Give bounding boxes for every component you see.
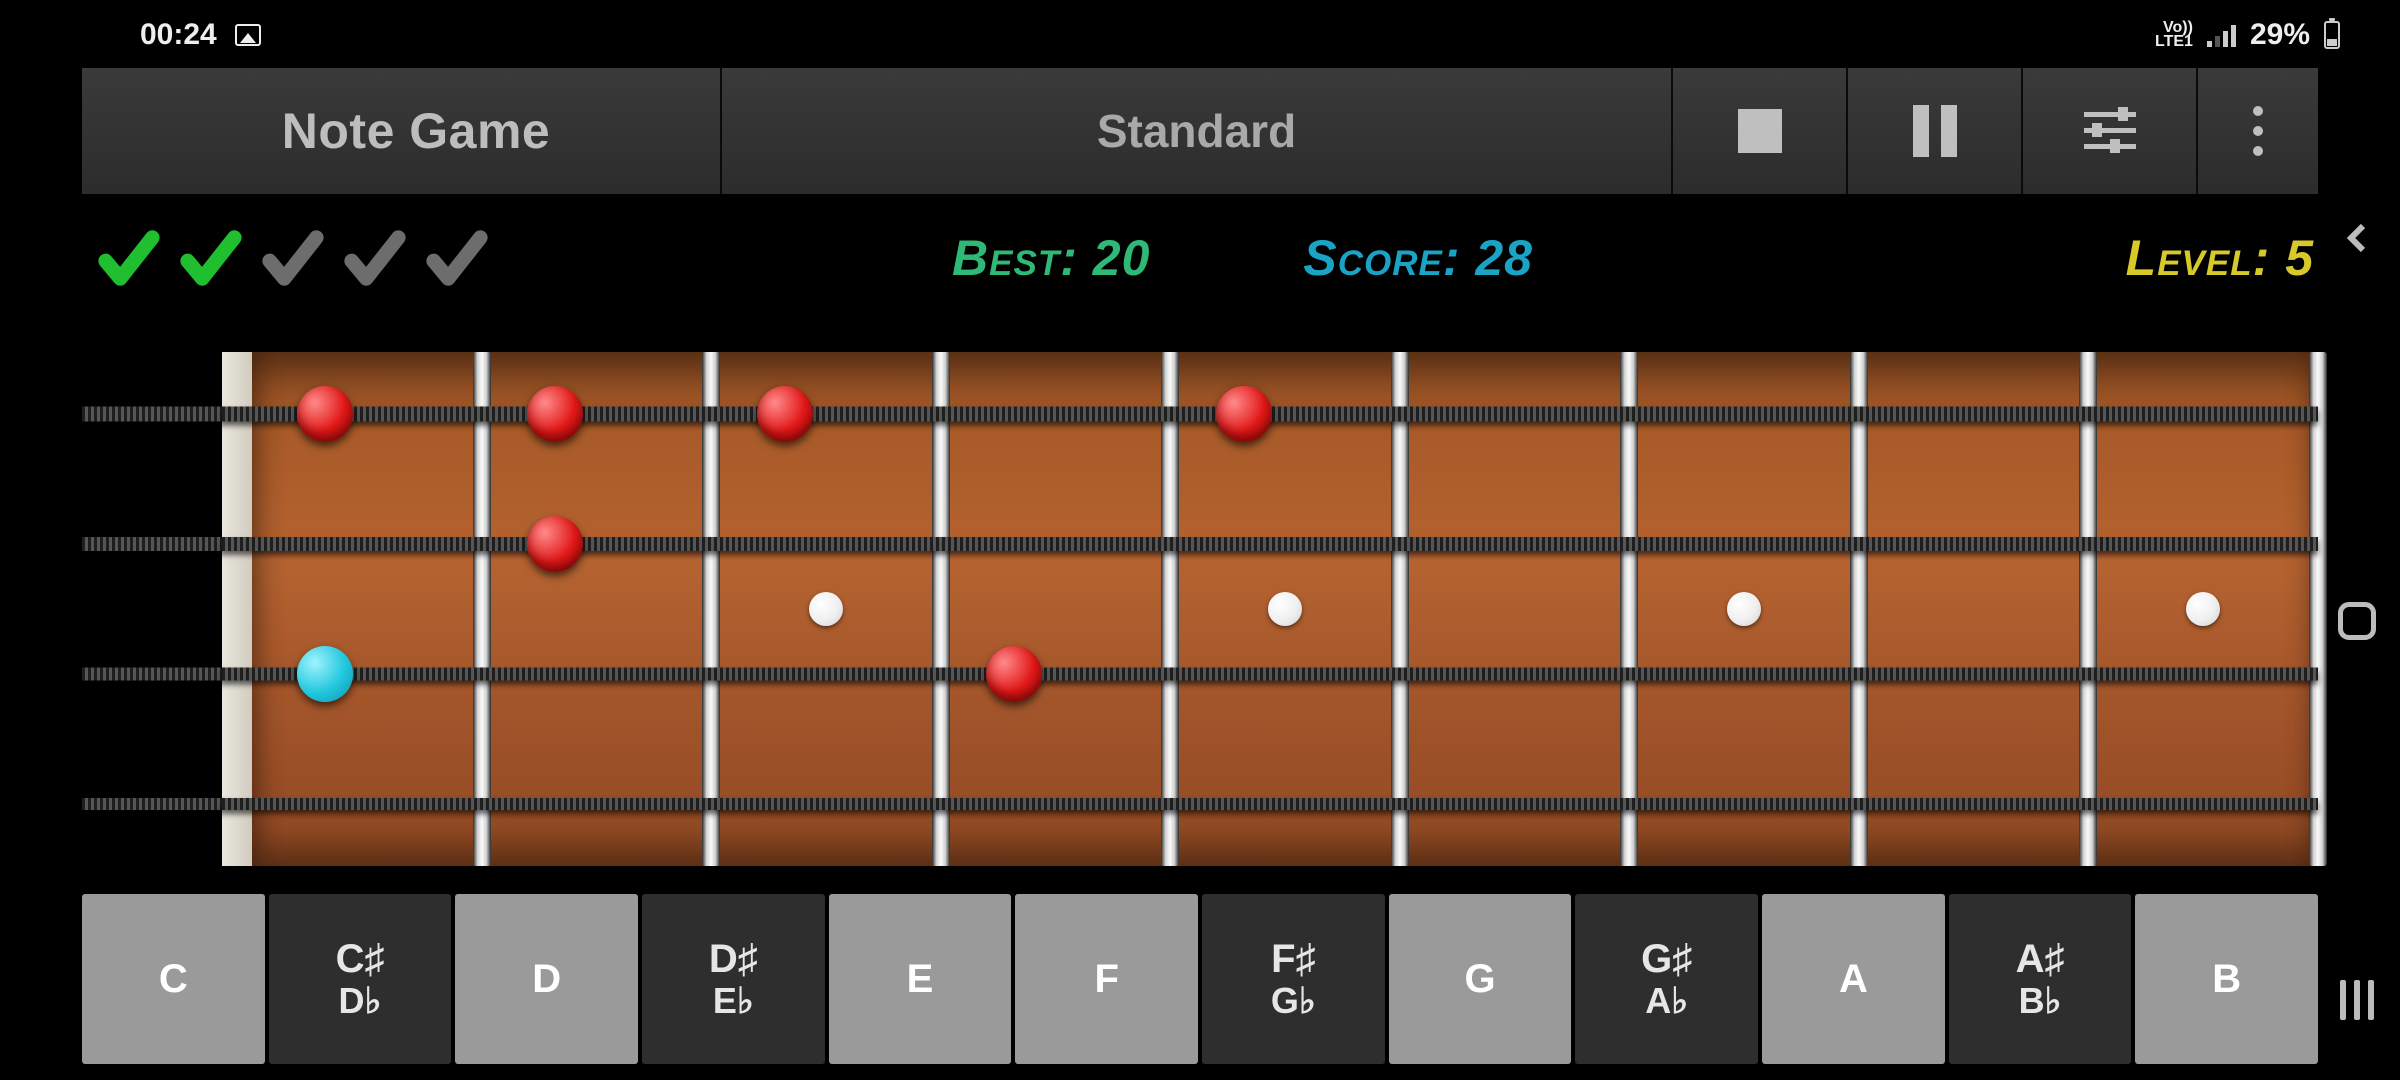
tick-off [334, 223, 416, 293]
note-marker[interactable] [297, 646, 353, 702]
key-label-alt: D♭ [339, 980, 382, 1022]
key-label: E [907, 957, 934, 1002]
inlay-dot [1727, 592, 1761, 626]
fret-wire [473, 352, 491, 866]
string[interactable] [222, 798, 2318, 810]
mode-title[interactable]: Note Game [82, 68, 722, 194]
streak-ticks [82, 223, 498, 293]
fretboard[interactable] [82, 332, 2318, 886]
key-label: D [532, 957, 561, 1002]
key-label: B [2212, 957, 2241, 1002]
mode-title-label: Note Game [282, 102, 550, 160]
inlay-dot [1268, 592, 1302, 626]
key-label-alt: B♭ [2019, 980, 2062, 1022]
stop-button[interactable] [1673, 68, 1848, 194]
note-key-E[interactable]: E [829, 894, 1012, 1064]
string [82, 668, 222, 681]
inlay-dot [2186, 592, 2220, 626]
note-key-Fsharp[interactable]: F♯G♭ [1202, 894, 1385, 1064]
score-label: Score: [1303, 230, 1460, 286]
pause-icon [1913, 105, 1957, 157]
best-value: 20 [1093, 230, 1151, 286]
key-label: A♯ [2016, 937, 2065, 982]
fret-wire [1620, 352, 1638, 866]
string [82, 406, 222, 421]
network-label: Vo)) LTE1 [2155, 21, 2193, 49]
note-marker[interactable] [527, 386, 583, 442]
tick-on [170, 223, 252, 293]
note-key-C[interactable]: C [82, 894, 265, 1064]
inlay-dot [809, 592, 843, 626]
level-label: Level: [2126, 230, 2271, 286]
stop-icon [1738, 109, 1782, 153]
nav-back-button[interactable] [2339, 220, 2375, 261]
note-key-Csharp[interactable]: C♯D♭ [269, 894, 452, 1064]
fret-wire [1161, 352, 1179, 866]
signal-icon [2207, 23, 2236, 47]
more-vert-icon [2253, 106, 2263, 156]
android-status-bar: 00:24 Vo)) LTE1 29% [0, 10, 2400, 60]
string[interactable] [222, 668, 2318, 681]
note-marker[interactable] [1216, 386, 1272, 442]
nav-home-button[interactable] [2338, 602, 2376, 640]
note-marker[interactable] [527, 516, 583, 572]
key-label: C♯ [336, 937, 385, 982]
fret-wire [702, 352, 720, 866]
score-value: 28 [1475, 230, 1533, 286]
fret-wire [2079, 352, 2097, 866]
best-label: Best: [952, 230, 1078, 286]
note-marker[interactable] [297, 386, 353, 442]
best-score: Best: 20 [952, 229, 1150, 287]
sliders-icon [2084, 108, 2136, 154]
fret-wire [1850, 352, 1868, 866]
key-label-alt: E♭ [713, 980, 754, 1022]
key-label-alt: G♭ [1271, 980, 1316, 1022]
string [82, 537, 222, 551]
fret-wire [932, 352, 950, 866]
android-nav-bar [2328, 0, 2386, 1080]
tick-on [88, 223, 170, 293]
tick-off [252, 223, 334, 293]
note-key-B[interactable]: B [2135, 894, 2318, 1064]
note-key-D[interactable]: D [455, 894, 638, 1064]
key-label: F♯ [1271, 937, 1315, 982]
status-time: 00:24 [140, 18, 217, 52]
tick-off [416, 223, 498, 293]
current-score: Score: 28 [1303, 229, 1533, 287]
note-buttons-row: C C♯D♭ D D♯E♭ E F F♯G♭ G G♯A♭ A A♯B♭ B [82, 894, 2318, 1064]
key-label: G [1464, 957, 1495, 1002]
fret-wire [2309, 352, 2327, 866]
battery-percent: 29% [2250, 18, 2310, 52]
level-value: 5 [2285, 230, 2314, 286]
key-label: A [1839, 957, 1868, 1002]
score-row: Best: 20 Score: 28 Level: 5 [82, 218, 2318, 298]
app-toolbar: Note Game Standard [82, 68, 2318, 194]
note-marker[interactable] [986, 646, 1042, 702]
level-indicator: Level: 5 [2126, 229, 2314, 287]
note-marker[interactable] [757, 386, 813, 442]
overflow-menu-button[interactable] [2198, 68, 2318, 194]
gallery-icon [235, 24, 261, 46]
key-label: D♯ [709, 937, 758, 982]
pause-button[interactable] [1848, 68, 2023, 194]
nav-recents-button[interactable] [2340, 980, 2374, 1020]
tuning-label: Standard [1097, 104, 1296, 158]
note-key-Asharp[interactable]: A♯B♭ [1949, 894, 2132, 1064]
tuning-selector[interactable]: Standard [722, 68, 1673, 194]
string [82, 798, 222, 810]
note-key-F[interactable]: F [1015, 894, 1198, 1064]
key-label: G♯ [1641, 937, 1692, 982]
note-key-Gsharp[interactable]: G♯A♭ [1575, 894, 1758, 1064]
fret-wire [1391, 352, 1409, 866]
key-label: F [1094, 957, 1118, 1002]
settings-button[interactable] [2023, 68, 2198, 194]
note-key-G[interactable]: G [1389, 894, 1572, 1064]
nut [222, 352, 254, 866]
key-label: C [159, 957, 188, 1002]
key-label-alt: A♭ [1645, 980, 1688, 1022]
note-key-Dsharp[interactable]: D♯E♭ [642, 894, 825, 1064]
note-key-A[interactable]: A [1762, 894, 1945, 1064]
